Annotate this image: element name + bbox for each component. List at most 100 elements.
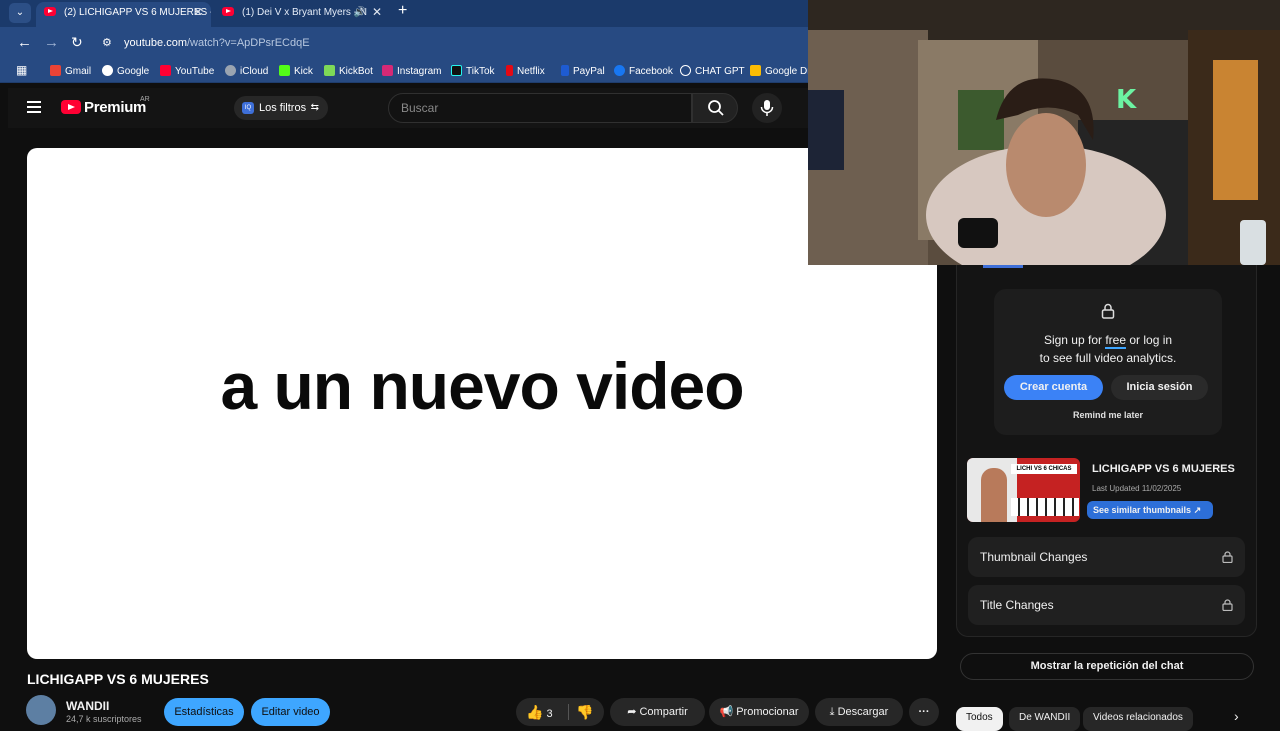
chip-from-channel[interactable]: De WANDII (1009, 707, 1081, 731)
filters-label: Los filtros (259, 102, 307, 114)
apple-icon (225, 65, 236, 76)
stats-button[interactable]: Estadísticas (164, 698, 244, 726)
gmail-icon (50, 65, 61, 76)
browser-toolbar: ← → ↻ ⚙ youtube.com/watch?v=ApDPsrECdqE (0, 27, 808, 60)
bookmark-youtube[interactable]: YouTube (160, 65, 214, 77)
signup-card: Sign up for free or log in to see full v… (994, 289, 1222, 435)
chip-all[interactable]: Todos (956, 707, 1003, 731)
piano-keys (1011, 498, 1079, 516)
youtube-logo-icon[interactable] (61, 100, 81, 114)
bookmark-gmail[interactable]: Gmail (50, 65, 91, 77)
chip-related[interactable]: Videos relacionados (1083, 707, 1193, 731)
bookmark-instagram[interactable]: Instagram (382, 65, 441, 77)
svg-text:K: K (1116, 85, 1137, 115)
tab-inactive[interactable]: (1) Dei V x Bryant Myers - N 🔊 ✕ (214, 2, 390, 27)
video-thumbnail[interactable]: LICHI VS 6 CHICAS (967, 458, 1080, 522)
youtube-header: Premium AR IQ Los filtros ⇆ Buscar (8, 88, 808, 128)
search-input[interactable]: Buscar (388, 93, 692, 123)
youtube-favicon-icon (44, 7, 56, 16)
tab-title: (1) Dei V x Bryant Myers - N (242, 7, 368, 18)
channel-name[interactable]: WANDII (66, 699, 109, 713)
tab-active[interactable]: (2) LICHIGAPP VS 6 MUJERES - ✕ (36, 2, 211, 27)
reload-icon[interactable]: ↻ (71, 34, 83, 51)
bookmark-icloud[interactable]: iCloud (225, 65, 268, 77)
like-dislike-group: 👍 3 👎 (516, 698, 604, 726)
bookmark-kickbot[interactable]: KickBot (324, 65, 373, 77)
kick-icon (279, 65, 290, 76)
sliders-icon: ⇆ (310, 102, 319, 113)
promote-button[interactable]: 📢 Promocionar (709, 698, 809, 726)
bookmark-facebook[interactable]: Facebook (614, 65, 673, 77)
bookmarks-bar: ▦ Gmail Google YouTube iCloud Kick KickB… (0, 60, 813, 83)
panel-tab-indicator (983, 265, 1023, 268)
filters-button[interactable]: IQ Los filtros ⇆ (234, 96, 328, 120)
lock-icon (1101, 303, 1115, 319)
like-button[interactable]: 👍 3 (526, 704, 553, 720)
url-host: youtube.com (124, 37, 187, 49)
instagram-icon (382, 65, 393, 76)
new-tab-button[interactable]: + (398, 2, 407, 20)
google-drive-icon (750, 65, 761, 76)
signup-message: Sign up for free or log in to see full v… (1039, 333, 1177, 365)
download-button[interactable]: ⤓ Descargar (815, 698, 903, 726)
tab-list-button[interactable]: ⌄ (9, 3, 31, 23)
tab-strip: ⌄ (2) LICHIGAPP VS 6 MUJERES - ✕ (1) Dei… (0, 0, 808, 27)
speaker-icon[interactable]: 🔊 (354, 2, 366, 23)
share-icon: ➦ (627, 706, 640, 718)
youtube-logo-text[interactable]: Premium (84, 99, 146, 116)
tab-title: (2) LICHIGAPP VS 6 MUJERES - (64, 7, 211, 18)
thumbnail-changes-row[interactable]: Thumbnail Changes (968, 537, 1245, 577)
microphone-icon (760, 100, 774, 116)
youtube-favicon-icon (222, 7, 234, 16)
youtube-icon (160, 65, 171, 76)
close-tab-icon[interactable]: ✕ (372, 2, 382, 23)
site-settings-icon[interactable]: ⚙ (102, 36, 115, 49)
free-link[interactable]: free (1105, 333, 1127, 349)
back-arrow-icon[interactable]: ← (17, 34, 32, 51)
paypal-icon (561, 65, 569, 76)
megaphone-icon: 📢 (719, 706, 737, 718)
remind-later-link[interactable]: Remind me later (994, 410, 1222, 420)
url-path: /watch?v=ApDPsrECdqE (186, 37, 310, 49)
apps-grid-icon[interactable]: ▦ (16, 63, 27, 77)
bookmark-tiktok[interactable]: TikTok (451, 65, 495, 77)
search-icon (708, 100, 724, 116)
address-bar[interactable]: youtube.com/watch?v=ApDPsrECdqE (124, 37, 310, 49)
video-title: LICHIGAPP VS 6 MUJERES (27, 671, 209, 687)
bookmark-paypal[interactable]: PayPal (561, 65, 605, 77)
bookmark-google-drive[interactable]: Google Dri (750, 65, 813, 77)
voice-search-button[interactable] (752, 93, 782, 123)
lock-icon (1222, 599, 1233, 611)
thumbs-up-icon: 👍 (526, 704, 544, 720)
more-actions-button[interactable]: ··· (909, 698, 939, 726)
bookmark-netflix[interactable]: Netflix (506, 65, 545, 77)
facebook-icon (614, 65, 625, 76)
similar-thumbnails-button[interactable]: See similar thumbnails ↗ (1087, 501, 1213, 519)
download-icon: ⤓ (829, 706, 838, 718)
close-tab-icon[interactable]: ✕ (193, 2, 203, 23)
show-chat-replay-button[interactable]: Mostrar la repetición del chat (960, 653, 1254, 680)
chevron-right-icon[interactable]: › (1234, 708, 1239, 724)
bookmark-kick[interactable]: Kick (279, 65, 313, 77)
menu-icon[interactable] (27, 101, 41, 113)
netflix-icon (506, 65, 513, 76)
channel-avatar[interactable] (26, 695, 56, 725)
external-link-icon: ↗ (1193, 505, 1202, 515)
thumbnail-person (981, 468, 1007, 522)
video-player[interactable]: a un nuevo video (27, 148, 937, 659)
share-button[interactable]: ➦ Compartir (610, 698, 705, 726)
bookmark-chatgpt[interactable]: CHAT GPT (680, 65, 745, 77)
search-button[interactable] (692, 93, 738, 123)
last-updated: Last Updated 11/02/2025 (1092, 484, 1182, 493)
forward-arrow-icon[interactable]: → (44, 34, 59, 51)
bookmark-google[interactable]: Google (102, 65, 149, 77)
create-account-button[interactable]: Crear cuenta (1004, 375, 1103, 400)
title-changes-row[interactable]: Title Changes (968, 585, 1245, 625)
login-button[interactable]: Inicia sesión (1111, 375, 1208, 400)
region-code: AR (140, 96, 150, 103)
lock-icon (1222, 551, 1233, 563)
chatgpt-icon (680, 65, 691, 76)
more-icon: ··· (918, 706, 930, 718)
dislike-button[interactable]: 👎 (576, 698, 593, 728)
edit-video-button[interactable]: Editar video (251, 698, 330, 726)
